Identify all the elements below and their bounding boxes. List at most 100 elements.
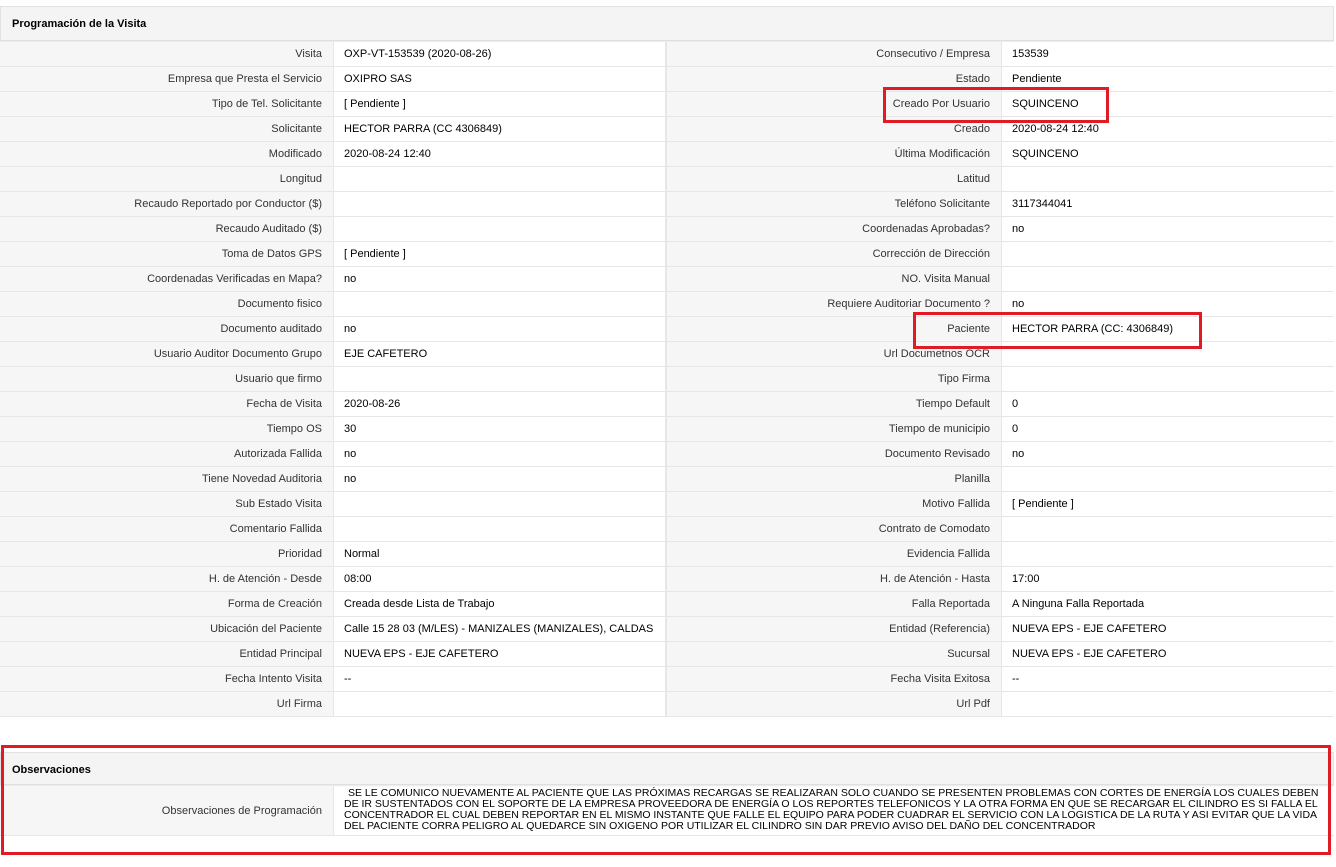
- field-label: Longitud: [0, 167, 333, 191]
- field-label: Motivo Fallida: [667, 492, 1001, 516]
- section-header-programacion: Programación de la Visita: [0, 6, 1334, 42]
- field-value: OXP-VT-153539 (2020-08-26): [333, 42, 667, 66]
- field-value: [1001, 267, 1334, 291]
- field-label: Contrato de Comodato: [667, 517, 1001, 541]
- field-value: [1001, 692, 1334, 716]
- detail-row: Autorizada Fallida no Documento Revisado …: [0, 442, 1334, 467]
- field-label: Tiempo de municipio: [667, 417, 1001, 441]
- field-label: Fecha Intento Visita: [0, 667, 333, 691]
- field-value: no: [333, 317, 667, 341]
- field-value: [1001, 242, 1334, 266]
- field-value: HECTOR PARRA (CC 4306849): [333, 117, 667, 141]
- detail-row: Empresa que Presta el Servicio OXIPRO SAS…: [0, 67, 1334, 92]
- field-value: Pendiente: [1001, 67, 1334, 91]
- field-value: NUEVA EPS - EJE CAFETERO: [333, 642, 667, 666]
- field-label: Recaudo Auditado ($): [0, 217, 333, 241]
- field-label: Tipo Firma: [667, 367, 1001, 391]
- field-value: no: [333, 467, 667, 491]
- field-label: Entidad Principal: [0, 642, 333, 666]
- detail-row: Toma de Datos GPS[ Pendiente ] Corrección…: [0, 242, 1334, 267]
- detail-row: Sub Estado Visita Motivo Fallida[ Pendien…: [0, 492, 1334, 517]
- field-label: Usuario Auditor Documento Grupo: [0, 342, 333, 366]
- field-label: Coordenadas Verificadas en Mapa?: [0, 267, 333, 291]
- field-value: OXIPRO SAS: [333, 67, 667, 91]
- field-label: Sub Estado Visita: [0, 492, 333, 516]
- field-value: [333, 167, 667, 191]
- field-label: H. de Atención - Hasta: [667, 567, 1001, 591]
- field-value: no: [333, 442, 667, 466]
- field-value: HECTOR PARRA (CC: 4306849): [1001, 317, 1334, 341]
- observaciones-label: Observaciones de Programación: [0, 786, 333, 835]
- field-label: NO. Visita Manual: [667, 267, 1001, 291]
- field-label: Url Pdf: [667, 692, 1001, 716]
- field-label: Usuario que firmo: [0, 367, 333, 391]
- field-label: Paciente: [667, 317, 1001, 341]
- detail-row: Usuario que firmo Tipo Firma: [0, 367, 1334, 392]
- detail-row: Fecha Intento Visita -- Fecha Visita Exit…: [0, 667, 1334, 692]
- field-value: [1001, 342, 1334, 366]
- field-value: 2020-08-26: [333, 392, 667, 416]
- field-value: [333, 217, 667, 241]
- detail-row: Tipo de Tel. Solicitante[ Pendiente ] Cre…: [0, 92, 1334, 117]
- field-label: Recaudo Reportado por Conductor ($): [0, 192, 333, 216]
- field-value: Normal: [333, 542, 667, 566]
- field-value: [1001, 517, 1334, 541]
- field-label: Tiempo Default: [667, 392, 1001, 416]
- field-label: Url Firma: [0, 692, 333, 716]
- field-value: 153539: [1001, 42, 1334, 66]
- field-value: Calle 15 28 03 (M/LES) - MANIZALES (MANI…: [333, 617, 667, 641]
- detail-row: Url Firma Url Pdf: [0, 692, 1334, 717]
- field-label: Planilla: [667, 467, 1001, 491]
- section-title: Programación de la Visita: [12, 18, 147, 30]
- field-label: Solicitante: [0, 117, 333, 141]
- field-label: Tiene Novedad Auditoria: [0, 467, 333, 491]
- field-value: --: [333, 667, 667, 691]
- detail-row: Recaudo Reportado por Conductor ($) Teléf…: [0, 192, 1334, 217]
- field-label: Tipo de Tel. Solicitante: [0, 92, 333, 116]
- field-value: [1001, 542, 1334, 566]
- field-value: 3117344041: [1001, 192, 1334, 216]
- detail-row: Visita OXP-VT-153539 (2020-08-26) Consecut…: [0, 42, 1334, 67]
- field-label: Estado: [667, 67, 1001, 91]
- field-label: Empresa que Presta el Servicio: [0, 67, 333, 91]
- detail-row: Modificado 2020-08-24 12:40 Última Modific…: [0, 142, 1334, 167]
- field-label: Url Documetnos OCR: [667, 342, 1001, 366]
- field-value: [333, 367, 667, 391]
- field-label: Documento auditado: [0, 317, 333, 341]
- field-value: [1001, 167, 1334, 191]
- detail-row: Usuario Auditor Documento Grupo EJE CAFET…: [0, 342, 1334, 367]
- field-value: 0: [1001, 392, 1334, 416]
- field-value: [ Pendiente ]: [333, 92, 667, 116]
- field-value: 30: [333, 417, 667, 441]
- field-label: Comentario Fallida: [0, 517, 333, 541]
- field-value: [333, 517, 667, 541]
- field-label: Sucursal: [667, 642, 1001, 666]
- field-label: Visita: [0, 42, 333, 66]
- detail-row: Solicitante HECTOR PARRA (CC 4306849) Crea…: [0, 117, 1334, 142]
- field-value: no: [333, 267, 667, 291]
- field-label: Coordenadas Aprobadas?: [667, 217, 1001, 241]
- field-value: [333, 292, 667, 316]
- detail-row: Entidad Principal NUEVA EPS - EJE CAFETER…: [0, 642, 1334, 667]
- section-header-observaciones: Observaciones: [0, 752, 1334, 786]
- field-value: 08:00: [333, 567, 667, 591]
- field-label: Evidencia Fallida: [667, 542, 1001, 566]
- field-value: SQUINCENO: [1001, 142, 1334, 166]
- field-value: SQUINCENO: [1001, 92, 1334, 116]
- field-value: [ Pendiente ]: [333, 242, 667, 266]
- observaciones-row: Observaciones de Programación SE LE COMU…: [0, 786, 1334, 836]
- field-label: Falla Reportada: [667, 592, 1001, 616]
- field-value: 2020-08-24 12:40: [333, 142, 667, 166]
- field-value: Creada desde Lista de Trabajo: [333, 592, 667, 616]
- field-label: Creado Por Usuario: [667, 92, 1001, 116]
- field-value: [1001, 467, 1334, 491]
- field-value: no: [1001, 292, 1334, 316]
- field-label: Latitud: [667, 167, 1001, 191]
- detail-row: Tiempo OS 30 Tiempo de municipio 0: [0, 417, 1334, 442]
- field-label: Ubicación del Paciente: [0, 617, 333, 641]
- field-value: [ Pendiente ]: [1001, 492, 1334, 516]
- section-title: Observaciones: [12, 764, 91, 776]
- field-value: [333, 692, 667, 716]
- field-value: [1001, 367, 1334, 391]
- field-value: --: [1001, 667, 1334, 691]
